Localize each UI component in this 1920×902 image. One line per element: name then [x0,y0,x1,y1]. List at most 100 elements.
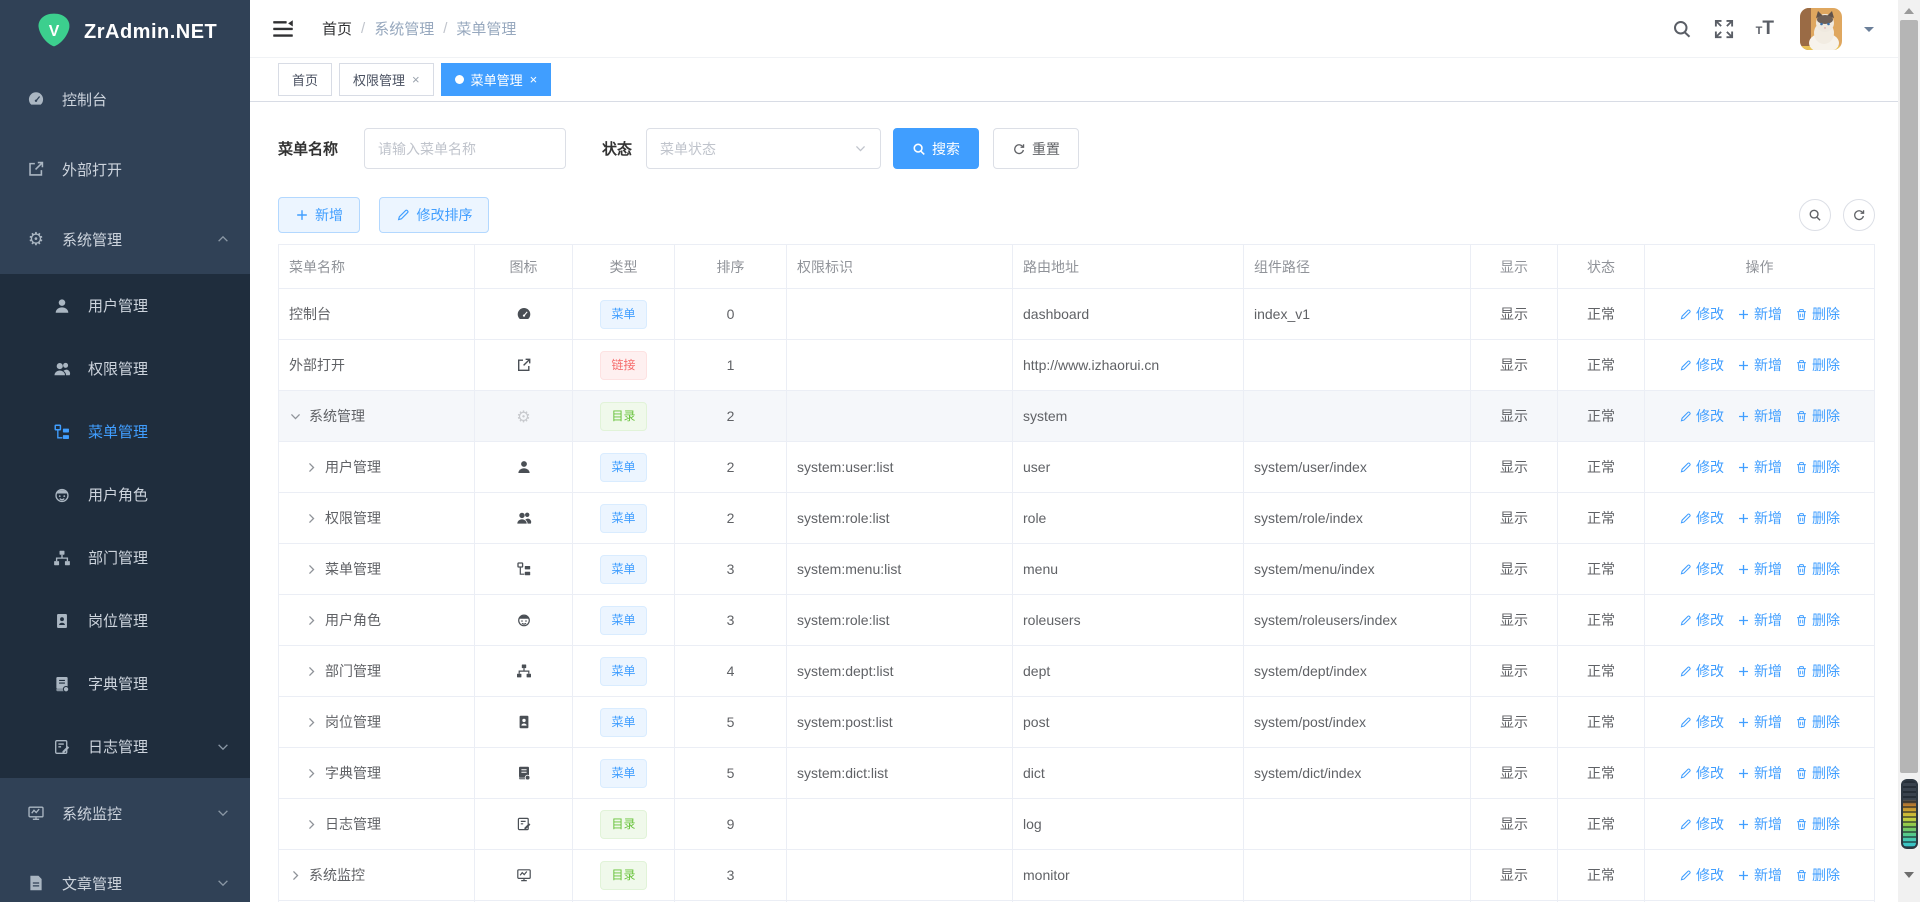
brand-logo-icon: V [36,12,72,53]
table-search-toggle-icon[interactable] [1799,199,1831,231]
log-icon [515,815,533,833]
sidebar-item-document[interactable]: 文章管理 [0,848,250,902]
avatar-caret-icon[interactable] [1864,27,1874,37]
add-link[interactable]: 新增 [1737,865,1782,885]
add-link[interactable]: 新增 [1737,661,1782,681]
delete-link[interactable]: 删除 [1795,406,1840,426]
add-link[interactable]: 新增 [1737,406,1782,426]
sort-cell: 9 [675,799,787,849]
edit-link[interactable]: 修改 [1679,457,1724,477]
edit-link[interactable]: 修改 [1679,610,1724,630]
delete-link[interactable]: 删除 [1795,763,1840,783]
tree-expand-icon[interactable] [305,665,318,678]
add-link[interactable]: 新增 [1737,712,1782,732]
add-link[interactable]: 新增 [1737,508,1782,528]
add-link[interactable]: 新增 [1737,610,1782,630]
tree-expand-icon[interactable] [305,767,318,780]
tree-expand-icon[interactable] [305,461,318,474]
edit-link[interactable]: 修改 [1679,355,1724,375]
edit-link[interactable]: 修改 [1679,406,1724,426]
delete-link[interactable]: 删除 [1795,661,1840,681]
edit-link[interactable]: 修改 [1679,712,1724,732]
sidebar-item-dashboard[interactable]: 控制台 [0,64,250,134]
add-link[interactable]: 新增 [1737,814,1782,834]
type-cell: 目录 [573,850,675,900]
icon-cell [475,748,573,798]
edit-link[interactable]: 修改 [1679,661,1724,681]
sidebar-item-log[interactable]: 日志管理 [0,715,250,778]
status-cell: 正常 [1558,799,1645,849]
tree-expand-icon[interactable] [289,869,302,882]
delete-link[interactable]: 删除 [1795,559,1840,579]
sidebar-item-users[interactable]: 权限管理 [0,337,250,400]
avatar[interactable] [1800,8,1842,50]
sidebar-item-org-tree[interactable]: 部门管理 [0,526,250,589]
delete-link[interactable]: 删除 [1795,712,1840,732]
sidebar-item-gear[interactable]: ⚙系统管理 [0,204,250,274]
add-link[interactable]: 新增 [1737,763,1782,783]
delete-link[interactable]: 删除 [1795,508,1840,528]
edit-link[interactable]: 修改 [1679,508,1724,528]
tab-菜单管理[interactable]: 菜单管理× [441,63,552,96]
search-icon[interactable] [1672,19,1692,39]
menu-name-input[interactable] [364,128,566,169]
delete-link[interactable]: 删除 [1795,865,1840,885]
sidebar-fold-icon[interactable] [272,19,294,39]
sort-cell: 3 [675,544,787,594]
sidebar-item-menu-tree[interactable]: 菜单管理 [0,400,250,463]
font-size-icon[interactable]: TT [1756,18,1774,40]
tree-expand-icon[interactable] [305,818,318,831]
tree-expand-icon[interactable] [305,563,318,576]
menu-name: 日志管理 [325,814,381,834]
tab-权限管理[interactable]: 权限管理× [339,63,434,96]
add-link[interactable]: 新增 [1737,304,1782,324]
type-tag: 菜单 [600,555,646,584]
scroll-up-icon[interactable] [1898,2,1920,18]
tree-collapse-icon[interactable] [289,410,302,423]
sidebar-item-user-role[interactable]: 用户角色 [0,463,250,526]
add-link[interactable]: 新增 [1737,559,1782,579]
add-link[interactable]: 新增 [1737,457,1782,477]
fullscreen-icon[interactable] [1714,19,1734,39]
edit-link[interactable]: 修改 [1679,865,1724,885]
edit-link[interactable]: 修改 [1679,763,1724,783]
reset-button[interactable]: 重置 [993,128,1079,169]
add-link[interactable]: 新增 [1737,355,1782,375]
table-header-row: 菜单名称图标类型排序权限标识路由地址组件路径显示状态操作 [279,245,1874,289]
edit-link[interactable]: 修改 [1679,814,1724,834]
actions-cell: 修改新增删除 [1645,850,1874,900]
scrollbar-thumb[interactable] [1900,20,1918,773]
pencil-icon [1679,359,1692,372]
delete-link[interactable]: 删除 [1795,355,1840,375]
edit-link[interactable]: 修改 [1679,559,1724,579]
add-button[interactable]: 新增 [278,197,360,233]
delete-link[interactable]: 删除 [1795,304,1840,324]
brand-logo[interactable]: V ZrAdmin.NET [0,0,250,64]
sidebar-item-external-link[interactable]: 外部打开 [0,134,250,204]
menu-name: 系统管理 [309,406,365,426]
sidebar-item-monitor[interactable]: 系统监控 [0,778,250,848]
tree-expand-icon[interactable] [305,614,318,627]
sidebar-item-dictionary[interactable]: 字典管理 [0,652,250,715]
tree-expand-icon[interactable] [305,512,318,525]
edit-sort-button[interactable]: 修改排序 [379,197,489,233]
type-cell: 菜单 [573,289,675,339]
edit-link[interactable]: 修改 [1679,304,1724,324]
status-select[interactable]: 菜单状态 [646,128,881,169]
sidebar-item-post-badge[interactable]: 岗位管理 [0,589,250,652]
user-role-icon [52,485,72,505]
sidebar-item-user[interactable]: 用户管理 [0,274,250,337]
breadcrumb-item[interactable]: 首页 [322,18,352,39]
tab-close-icon[interactable]: × [530,72,538,87]
tab-首页[interactable]: 首页 [278,63,332,96]
search-button[interactable]: 搜索 [893,128,979,169]
tree-expand-icon[interactable] [305,716,318,729]
scroll-down-icon[interactable] [1898,868,1920,884]
delete-link[interactable]: 删除 [1795,610,1840,630]
table-refresh-icon[interactable] [1843,199,1875,231]
active-tab-dot [455,75,464,84]
page-scrollbar[interactable] [1898,0,1920,902]
tab-close-icon[interactable]: × [412,72,420,87]
delete-link[interactable]: 删除 [1795,814,1840,834]
delete-link[interactable]: 删除 [1795,457,1840,477]
